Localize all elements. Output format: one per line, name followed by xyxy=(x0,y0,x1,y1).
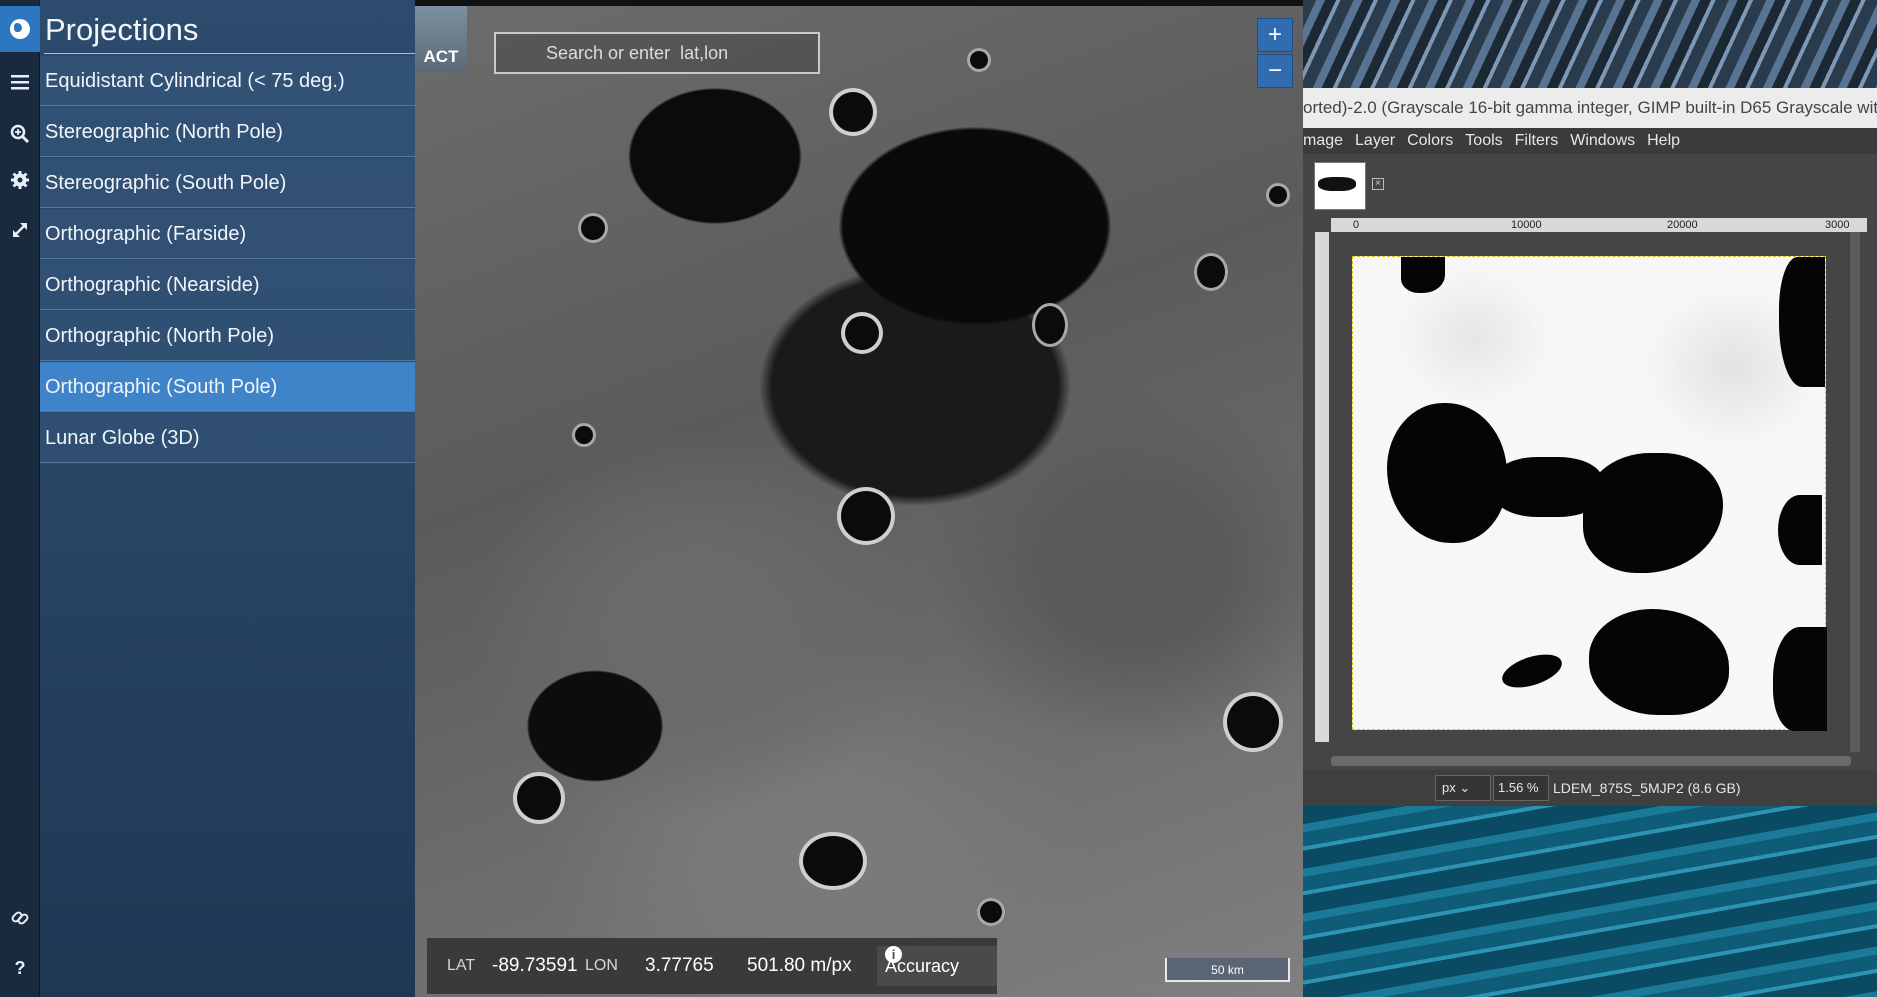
dark-region xyxy=(1779,257,1825,387)
link-icon[interactable] xyxy=(0,898,40,938)
lat-label: LAT xyxy=(447,957,476,974)
dark-region xyxy=(1583,453,1723,573)
help-icon[interactable]: ? xyxy=(0,948,40,988)
ruler-tick: 10000 xyxy=(1511,219,1542,231)
ruler-tick: 0 xyxy=(1353,219,1360,231)
dark-region xyxy=(1387,403,1507,543)
zoom-select[interactable]: 1.56 % ⌄ xyxy=(1493,775,1549,819)
unit-value: px xyxy=(1442,780,1456,795)
globe-icon[interactable] xyxy=(0,6,40,52)
menu-image[interactable]: mage xyxy=(1303,128,1343,154)
gear-icon[interactable] xyxy=(0,160,40,200)
zoom-in-button[interactable]: + xyxy=(1257,18,1293,52)
gimp-window: mage Layer Colors Tools Filters Windows Help ×… xyxy=(1303,128,1877,819)
gimp-statusbar: px ⌄ 1.56 % ⌄ LDEM_875S_5MJP2 (8.6 GB) xyxy=(1303,770,1877,819)
gimp-menubar: mage Layer Colors Tools Filters Windows Help xyxy=(1303,128,1877,154)
info-icon: i xyxy=(885,946,902,963)
ruler-tick: 3000 xyxy=(1825,219,1850,231)
act-logo: ACT xyxy=(415,6,467,72)
crater xyxy=(1227,696,1279,748)
crater xyxy=(1197,256,1225,288)
dark-region xyxy=(1498,648,1566,694)
horizontal-ruler: 0 10000 20000 3000 xyxy=(1331,218,1867,232)
crater xyxy=(803,836,863,886)
unit-select[interactable]: px ⌄ xyxy=(1435,775,1491,801)
image-tab-thumbnail[interactable] xyxy=(1314,162,1366,210)
projection-equidistant-cylindrical[interactable]: Equidistant Cylindrical (< 75 deg.) xyxy=(40,56,415,106)
projection-stereographic-north[interactable]: Stereographic (North Pole) xyxy=(40,107,415,157)
menu-tools[interactable]: Tools xyxy=(1465,128,1502,154)
ruler-tick: 20000 xyxy=(1667,219,1698,231)
dark-region xyxy=(1401,257,1445,293)
gimp-window-title: orted)-2.0 (Grayscale 16-bit gamma integ… xyxy=(1303,88,1877,128)
zoom-search-icon[interactable] xyxy=(0,114,40,154)
menu-windows[interactable]: Windows xyxy=(1570,128,1635,154)
search-box[interactable] xyxy=(494,32,820,74)
accuracy-button[interactable]: i Accuracy xyxy=(877,946,997,986)
projection-orthographic-nearside[interactable]: Orthographic (Nearside) xyxy=(40,260,415,310)
horizontal-scrollbar[interactable] xyxy=(1331,756,1851,766)
lat-value: -89.73591 xyxy=(492,955,578,976)
resolution-value: 501.80 m/px xyxy=(747,955,852,976)
icon-rail: ? xyxy=(0,0,40,997)
projection-lunar-globe[interactable]: Lunar Globe (3D) xyxy=(40,413,415,463)
crater xyxy=(1269,186,1287,204)
menu-icon[interactable] xyxy=(0,62,40,102)
menu-help[interactable]: Help xyxy=(1647,128,1680,154)
zoom-out-button[interactable]: − xyxy=(1257,54,1293,88)
projections-panel: Projections Equidistant Cylindrical (< 7… xyxy=(40,0,415,997)
zoom-value: 1.56 % xyxy=(1498,780,1539,795)
expand-icon[interactable] xyxy=(0,210,40,250)
menu-filters[interactable]: Filters xyxy=(1515,128,1559,154)
crater xyxy=(581,216,605,240)
crater xyxy=(841,491,891,541)
desktop-wallpaper-top xyxy=(1303,0,1877,88)
dark-region xyxy=(1773,627,1827,731)
dark-region xyxy=(1589,609,1729,715)
crater xyxy=(845,316,879,350)
lunar-map[interactable]: ACT + − LAT -89.73591 LON 3.77765 501.80… xyxy=(415,6,1303,997)
projection-orthographic-north-pole[interactable]: Orthographic (North Pole) xyxy=(40,311,415,361)
crater xyxy=(980,901,1002,923)
menu-colors[interactable]: Colors xyxy=(1407,128,1453,154)
desktop-wallpaper-bottom xyxy=(1303,806,1877,997)
crater xyxy=(575,426,593,444)
file-info: LDEM_875S_5MJP2 (8.6 GB) xyxy=(1553,780,1741,796)
vertical-scrollbar[interactable] xyxy=(1850,232,1860,752)
lon-value: 3.77765 xyxy=(645,955,714,976)
menu-layer[interactable]: Layer xyxy=(1355,128,1395,154)
crater xyxy=(833,92,873,132)
projection-orthographic-south-pole[interactable]: Orthographic (South Pole) xyxy=(40,362,415,412)
vertical-ruler xyxy=(1315,232,1329,742)
crater xyxy=(970,51,988,69)
projection-stereographic-south[interactable]: Stereographic (South Pole) xyxy=(40,158,415,208)
lon-label: LON xyxy=(585,957,618,974)
coordinate-readout: LAT -89.73591 LON 3.77765 501.80 m/px iA… xyxy=(427,938,997,994)
image-canvas[interactable] xyxy=(1352,256,1827,731)
crater xyxy=(517,776,561,820)
projection-orthographic-farside[interactable]: Orthographic (Farside) xyxy=(40,209,415,259)
search-input[interactable] xyxy=(496,34,818,72)
scale-bar: 50 km xyxy=(1165,958,1290,982)
screen: ? Projections Equidistant Cylindrical (<… xyxy=(0,0,1877,997)
dark-region xyxy=(1778,495,1822,565)
panel-title: Projections xyxy=(44,8,415,54)
close-icon[interactable]: × xyxy=(1372,178,1384,190)
crater xyxy=(1035,306,1065,344)
